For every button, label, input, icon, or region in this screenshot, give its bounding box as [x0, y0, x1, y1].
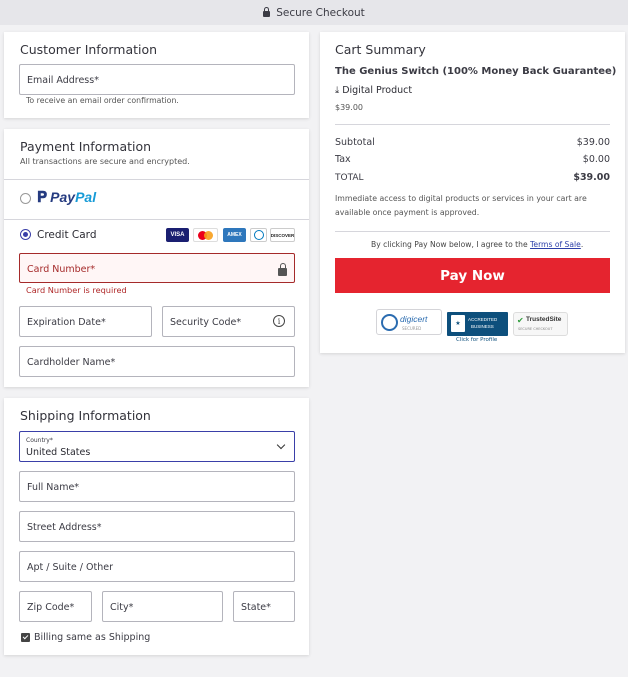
- tax-value: $0.00: [582, 154, 610, 165]
- country-value: United States: [26, 447, 91, 458]
- email-label: Email Address*: [27, 75, 99, 86]
- visa-icon: VISA: [166, 228, 189, 242]
- state-label: State*: [241, 602, 271, 613]
- customer-info-title: Customer Information: [20, 42, 158, 57]
- product-type-label: Digital Product: [342, 85, 413, 96]
- security-code-label: Security Code*: [170, 317, 242, 328]
- total-label: TOTAL: [335, 173, 364, 183]
- mastercard-icon: [193, 228, 218, 242]
- discover-icon: DISCOVER: [270, 228, 295, 242]
- cardholder-name-label: Cardholder Name*: [27, 357, 116, 368]
- zip-code-field[interactable]: Zip Code*: [19, 591, 92, 622]
- digicert-text: digicert: [400, 314, 428, 324]
- bbb-text-b: BUSINESS: [471, 324, 494, 329]
- paypal-text-a: Pay: [50, 189, 76, 205]
- payment-info-title: Payment Information: [20, 139, 152, 154]
- chevron-down-icon: [276, 440, 286, 450]
- trustedsite-check-icon: ✔: [517, 316, 524, 325]
- divider: [335, 124, 610, 125]
- access-note: Immediate access to digital products or …: [335, 194, 587, 217]
- amex-icon: AMEX: [223, 228, 246, 242]
- trustedsite-badge[interactable]: ✔ TrustedSite SECURE CHECKOUT: [513, 312, 568, 336]
- billing-same-label: Billing same as Shipping: [34, 632, 151, 643]
- visa-text: VISA: [170, 232, 185, 238]
- payment-info-card: Payment Information All transactions are…: [4, 129, 309, 387]
- full-name-field[interactable]: Full Name*: [19, 471, 295, 502]
- diners-icon: [250, 228, 267, 242]
- bbb-text-a: ACCREDITED: [468, 317, 498, 322]
- cart-summary-title: Cart Summary: [335, 42, 426, 57]
- amex-text: AMEX: [227, 232, 242, 238]
- expiration-date-field[interactable]: Expiration Date*: [19, 306, 152, 337]
- bbb-badge[interactable]: ★ ACCREDITED BUSINESS: [447, 312, 508, 336]
- terms-of-sale-link[interactable]: Terms of Sale: [530, 240, 581, 249]
- total-value: $39.00: [573, 172, 610, 183]
- digicert-badge[interactable]: digicert SECURED: [376, 309, 442, 335]
- billing-same-checkbox[interactable]: [21, 633, 30, 642]
- paypal-text-b: Pal: [75, 189, 97, 205]
- apt-suite-label: Apt / Suite / Other: [27, 562, 113, 573]
- divider: [335, 231, 610, 232]
- full-name-label: Full Name*: [27, 482, 80, 493]
- street-address-label: Street Address*: [27, 522, 102, 533]
- lock-icon: [278, 263, 287, 276]
- customer-info-card: Customer Information Email Address* To r…: [4, 32, 309, 118]
- product-price: $39.00: [335, 103, 363, 112]
- card-number-error: Card Number is required: [26, 285, 127, 295]
- cart-summary-card: Cart Summary The Genius Switch (100% Mon…: [320, 32, 625, 353]
- state-field[interactable]: State*: [233, 591, 295, 622]
- tax-label: Tax: [335, 154, 351, 165]
- zip-code-label: Zip Code*: [27, 602, 75, 613]
- terms-text: By clicking Pay Now below, I agree to th…: [371, 240, 583, 249]
- payment-info-subtitle: All transactions are secure and encrypte…: [20, 157, 190, 166]
- shipping-info-title: Shipping Information: [20, 408, 151, 423]
- bbb-caption: Click for Profile: [456, 337, 498, 343]
- paypal-option[interactable]: 𝐏 PayPal: [37, 189, 96, 206]
- subtotal-value: $39.00: [576, 137, 610, 148]
- product-name: The Genius Switch (100% Money Back Guara…: [335, 66, 617, 77]
- digicert-lock-icon: [381, 314, 398, 331]
- cardholder-name-field[interactable]: Cardholder Name*: [19, 346, 295, 377]
- email-field[interactable]: Email Address*: [19, 64, 295, 95]
- credit-card-radio[interactable]: [20, 229, 31, 240]
- download-icon: ⤓: [335, 85, 340, 96]
- credit-card-label: Credit Card: [37, 229, 97, 241]
- divider: [4, 179, 309, 180]
- subtotal-row: Subtotal $39.00: [335, 137, 610, 148]
- country-select[interactable]: Country* United States: [19, 431, 295, 462]
- card-number-label: Card Number*: [27, 264, 96, 275]
- product-type: ⤓ Digital Product: [335, 85, 412, 96]
- secure-checkout-title: Secure Checkout: [276, 6, 365, 19]
- terms-prefix: By clicking Pay Now below, I agree to th…: [371, 240, 528, 249]
- trustedsite-text: TrustedSite: [526, 316, 562, 323]
- security-code-field[interactable]: Security Code* i: [162, 306, 295, 337]
- bbb-logo-icon: ★: [451, 315, 465, 332]
- expiration-date-label: Expiration Date*: [27, 317, 106, 328]
- email-hint: To receive an email order confirmation.: [26, 96, 179, 105]
- divider: [4, 219, 309, 220]
- apt-suite-field[interactable]: Apt / Suite / Other: [19, 551, 295, 582]
- paypal-logo-icon: 𝐏: [37, 189, 48, 206]
- card-number-field[interactable]: Card Number*: [19, 253, 295, 283]
- city-field[interactable]: City*: [102, 591, 223, 622]
- digicert-sub: SECURED: [402, 326, 422, 331]
- secure-checkout-bar: Secure Checkout: [0, 0, 628, 25]
- subtotal-label: Subtotal: [335, 137, 375, 148]
- street-address-field[interactable]: Street Address*: [19, 511, 295, 542]
- terms-suffix: .: [580, 240, 584, 249]
- shipping-info-card: Shipping Information Country* United Sta…: [4, 398, 309, 655]
- discover-text: DISCOVER: [270, 232, 295, 238]
- tax-row: Tax $0.00: [335, 154, 610, 165]
- paypal-radio[interactable]: [20, 193, 31, 204]
- info-icon[interactable]: i: [273, 315, 285, 327]
- city-label: City*: [110, 602, 134, 613]
- pay-now-button[interactable]: Pay Now: [335, 258, 610, 293]
- trustedsite-sub: SECURE CHECKOUT: [518, 327, 553, 331]
- total-row: TOTAL $39.00: [335, 172, 610, 183]
- country-label: Country*: [26, 437, 53, 444]
- lock-icon: [263, 6, 271, 17]
